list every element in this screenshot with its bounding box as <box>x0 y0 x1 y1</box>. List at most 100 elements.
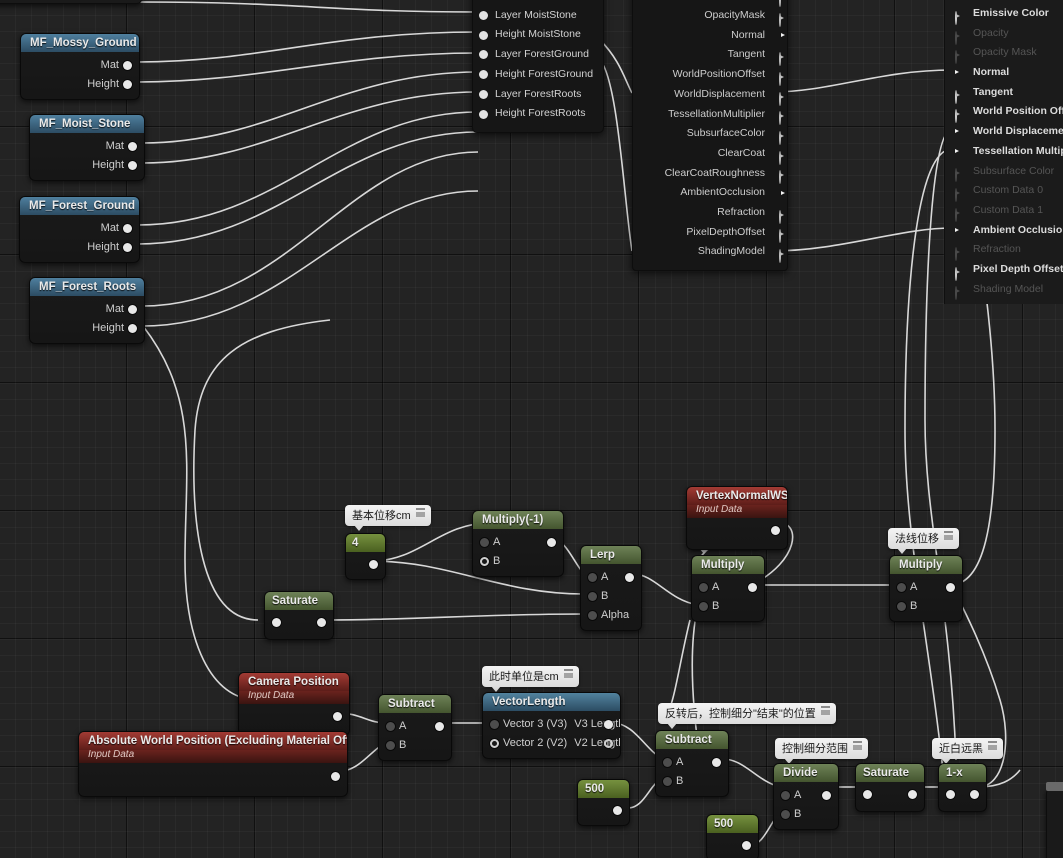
output-pin[interactable] <box>822 791 831 800</box>
node-output-row[interactable]: Mat <box>21 56 139 75</box>
output-pin[interactable] <box>331 771 340 781</box>
node-input-row[interactable]: A <box>656 753 728 772</box>
material-pin-row[interactable]: TessellationMultiplier <box>633 105 787 126</box>
node-multiply-normal-offset[interactable]: Multiply A B <box>889 555 963 622</box>
pin-icon-connected[interactable] <box>771 31 781 41</box>
pin-icon-connected[interactable] <box>771 188 781 198</box>
node-vector-length[interactable]: VectorLength Vector 3 (V3) V3 Length Vec… <box>482 692 621 759</box>
attribute-row-shading-model[interactable]: Shading Model <box>945 280 1063 301</box>
material-pin-row[interactable]: ShadingModel <box>633 242 787 264</box>
node-const-500-b[interactable]: 500 <box>706 814 759 858</box>
material-pin-row[interactable]: WorldDisplacement <box>633 85 787 106</box>
input-pin[interactable] <box>663 758 672 767</box>
node-input-row[interactable]: A <box>692 578 764 597</box>
node-input-row[interactable]: B <box>379 736 451 755</box>
attribute-row-refraction[interactable]: Refraction <box>945 240 1063 262</box>
node-input-row[interactable]: B <box>774 805 838 824</box>
pin-icon[interactable] <box>955 284 957 304</box>
output-pin[interactable] <box>123 224 132 233</box>
comment-normal-offset[interactable]: 法线位移 <box>888 528 959 554</box>
node-vertex-normal-ws[interactable]: VertexNormalWS Input Data <box>686 486 788 550</box>
output-pin[interactable] <box>946 583 955 592</box>
comment-invert-control[interactable]: 反转后，控制细分"结束"的位置 <box>658 703 836 729</box>
node-input-row[interactable]: A <box>379 717 451 736</box>
pin-icon[interactable] <box>771 129 781 146</box>
output-pin[interactable] <box>625 573 634 582</box>
attribute-row-ambient-occlusion[interactable]: Ambient Occlusion <box>945 221 1063 241</box>
output-pin[interactable] <box>435 722 444 731</box>
node-output-row[interactable]: Mat <box>30 300 144 319</box>
attribute-row-world-position-offset[interactable]: World Position Offset <box>945 102 1063 124</box>
pin-icon[interactable] <box>771 208 781 224</box>
node-absolute-world-position[interactable]: Absolute World Position (Excluding Mater… <box>78 731 348 797</box>
output-pin[interactable] <box>970 789 979 799</box>
material-pin-row[interactable]: AmbientOcclusion <box>633 183 787 203</box>
output-pin[interactable] <box>604 720 613 729</box>
pin-icon[interactable] <box>771 247 781 264</box>
layer-input-row[interactable]: Layer MoistStone <box>473 6 603 26</box>
node-mf-forest-roots[interactable]: MF_Forest_Roots Mat Height <box>29 277 145 344</box>
attribute-row-pixel-depth-offset[interactable]: Pixel Depth Offset <box>945 260 1063 281</box>
pin-icon[interactable] <box>771 50 781 67</box>
output-pin[interactable] <box>712 758 721 767</box>
output-pin[interactable] <box>317 617 326 627</box>
input-pin[interactable] <box>588 573 597 582</box>
output-pin[interactable] <box>128 324 137 333</box>
attribute-row-tangent[interactable]: Tangent <box>945 83 1063 104</box>
node-input-row[interactable]: A <box>473 533 563 552</box>
attribute-row-emissive-color[interactable]: Emissive Color <box>945 4 1063 25</box>
node-input-row[interactable]: A <box>774 786 838 805</box>
node-output-row[interactable]: Height <box>30 156 144 175</box>
output-pin[interactable] <box>742 840 751 850</box>
material-pin-row[interactable]: SubsurfaceColor <box>633 124 787 146</box>
input-pin[interactable] <box>781 791 790 800</box>
comment-unit-is-cm[interactable]: 此时单位是cm <box>482 666 579 692</box>
output-pin[interactable] <box>128 305 137 314</box>
attribute-row-opacity-mask[interactable]: Opacity Mask <box>945 43 1063 65</box>
input-pin[interactable] <box>480 557 489 566</box>
node-mf-mossy-ground[interactable]: MF_Mossy_Ground Mat Height <box>20 33 140 100</box>
attribute-row-opacity[interactable]: Opacity <box>945 24 1063 45</box>
node-output-row[interactable]: Height <box>20 238 139 257</box>
input-pin[interactable] <box>479 70 488 80</box>
node-io-row[interactable]: Vector 3 (V3) V3 Length <box>483 715 620 734</box>
material-pin-row[interactable]: ClearCoatRoughness <box>633 164 787 185</box>
layer-input-row[interactable]: Height ForestGround <box>473 65 603 85</box>
output-pin[interactable] <box>613 805 622 815</box>
input-pin[interactable] <box>479 109 488 119</box>
node-layer-blend-inputs[interactable]: Layer MossyStone Height MossyStone Layer… <box>472 0 604 133</box>
partial-node-top-left[interactable]: Height <box>0 0 142 4</box>
pin-icon[interactable] <box>771 11 781 27</box>
input-pin[interactable] <box>946 789 955 799</box>
output-pin[interactable] <box>369 559 378 569</box>
node-input-row[interactable]: B <box>473 552 563 571</box>
input-pin[interactable] <box>588 611 597 620</box>
node-material-output[interactable]: Anisotropy EmissiveColor Opacity Opacity… <box>632 0 788 271</box>
attribute-row-tessellation-multiplier[interactable]: Tessellation Multiplier <box>945 142 1063 162</box>
comment-base-offset[interactable]: 基本位移cm <box>345 505 431 531</box>
node-input-row[interactable]: B <box>656 772 728 791</box>
node-input-row[interactable]: A <box>581 568 641 587</box>
input-pin[interactable] <box>663 777 672 786</box>
node-one-minus-x[interactable]: 1-x <box>938 763 987 812</box>
node-output-row[interactable]: Mat <box>20 219 139 238</box>
node-io-row[interactable]: Vector 2 (V2) V2 Length <box>483 734 620 753</box>
input-pin[interactable] <box>490 720 499 729</box>
output-pin[interactable] <box>748 583 757 592</box>
node-multiply-soften-edge[interactable]: Multiply A B <box>691 555 765 622</box>
node-subtract-position[interactable]: Subtract A B <box>378 694 452 761</box>
input-pin[interactable] <box>588 592 597 601</box>
output-pin[interactable] <box>128 142 137 151</box>
node-input-row[interactable]: Alpha <box>581 606 641 625</box>
node-mf-forest-ground[interactable]: MF_Forest_Ground Mat Height <box>19 196 140 263</box>
node-mf-moist-stone[interactable]: MF_Moist_Stone Mat Height <box>29 114 145 181</box>
node-output-row[interactable]: Height <box>21 75 139 94</box>
material-pin-row[interactable]: WorldPositionOffset <box>633 65 787 86</box>
input-pin[interactable] <box>479 11 488 21</box>
input-pin[interactable] <box>479 89 488 99</box>
pin-icon[interactable] <box>771 70 781 86</box>
output-pin[interactable] <box>771 525 780 535</box>
material-pin-row[interactable]: PixelDepthOffset <box>633 223 787 244</box>
attribute-row-subsurface-color[interactable]: Subsurface Color <box>945 162 1063 183</box>
node-const-4[interactable]: 4 <box>345 533 386 580</box>
